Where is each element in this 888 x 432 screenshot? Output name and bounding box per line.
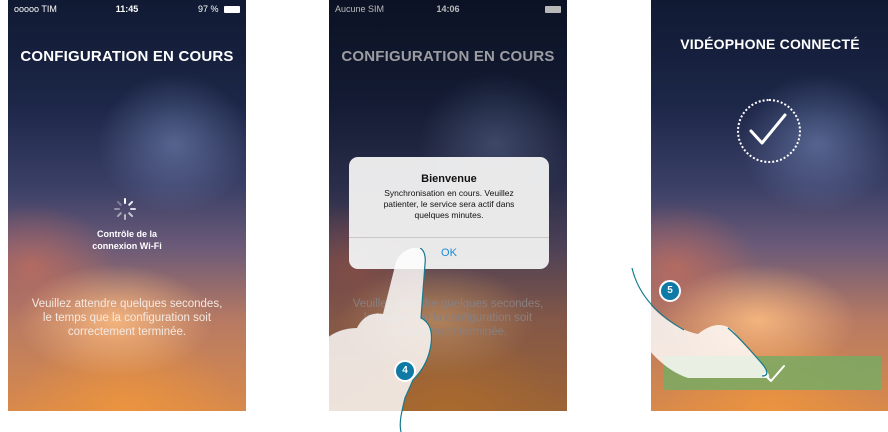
page-title: VIDÉOPHONE CONNECTÉ bbox=[680, 36, 860, 52]
phone-screen-configuring: ooooo TIM 11:45 97 % CONFIGURATION EN CO… bbox=[8, 0, 246, 411]
wifi-check-label: Contrôle de la connexion Wi-Fi bbox=[8, 228, 246, 252]
carrier-label: ooooo TIM bbox=[14, 4, 57, 14]
success-check-icon bbox=[737, 99, 801, 163]
wait-message: Veuillez attendre quelques secondes, le … bbox=[8, 297, 246, 339]
step-badge-4: 4 bbox=[394, 360, 416, 382]
loading-spinner-icon bbox=[114, 198, 136, 220]
alert-message-line: patienter, le service sera actif dans bbox=[383, 199, 515, 209]
battery-percent: 97 % bbox=[197, 4, 219, 14]
wait-line: correctement terminée. bbox=[67, 326, 187, 338]
alert-message-line: Synchronisation en cours. Veuillez bbox=[384, 188, 514, 198]
wifi-check-line: connexion Wi-Fi bbox=[92, 241, 162, 251]
status-bar: ooooo TIM 11:45 97 % bbox=[8, 0, 246, 18]
step-badge-5: 5 bbox=[659, 280, 681, 302]
status-time: 11:45 bbox=[115, 4, 139, 14]
wifi-check-line: Contrôle de la bbox=[96, 229, 157, 239]
alert-message-line: quelques minutes. bbox=[414, 210, 484, 220]
battery-status: 97 % bbox=[165, 4, 240, 14]
tapping-hand-icon bbox=[628, 258, 770, 378]
alert-title: Bienvenue bbox=[421, 173, 477, 185]
alert-message: Synchronisation en cours. Veuillez patie… bbox=[349, 188, 549, 221]
wait-line: le temps que la configuration soit bbox=[42, 312, 212, 324]
wait-line: Veuillez attendre quelques secondes, bbox=[31, 298, 223, 310]
battery-icon bbox=[223, 6, 240, 14]
page-title: CONFIGURATION EN COURS bbox=[20, 48, 234, 65]
tapping-hand-icon bbox=[325, 248, 433, 432]
